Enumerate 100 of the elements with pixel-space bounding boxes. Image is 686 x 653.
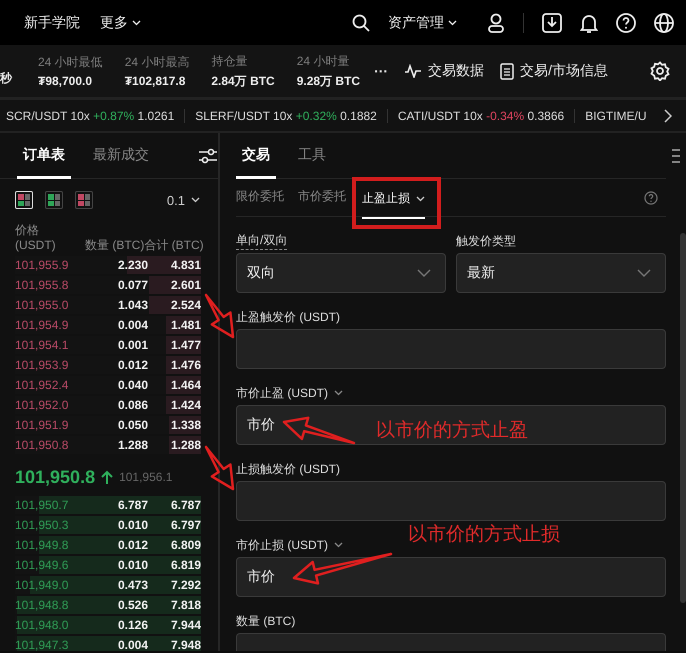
tab[interactable]: 最新成交: [87, 133, 155, 178]
amount-cell-text: 0.473: [116, 578, 148, 592]
ticker-item[interactable]: SCR/USDT 10x +0.87% 1.0261: [6, 108, 186, 122]
ticker-item[interactable]: CATI/USDT 10x -0.34% 0.3866: [398, 108, 576, 122]
price-cell-text: 101,949.6: [15, 558, 70, 572]
price-cell-text: 101,954.1: [15, 338, 70, 352]
amount-cell-text: 0.012: [116, 358, 148, 372]
price-cell-text: 101,949.0: [15, 578, 70, 592]
field-label: 触发价类型: [456, 232, 516, 250]
total-cell-text: 1.464: [170, 378, 201, 392]
total-cell-text: 6.797: [170, 518, 201, 532]
total-cell-text: 1.288: [170, 438, 201, 452]
last-price: 101,950.8: [15, 466, 96, 488]
total-cell-text: 1.481: [170, 318, 201, 332]
bell-icon[interactable]: [580, 12, 598, 32]
amount-cell-text: 0.004: [116, 638, 148, 651]
amount-cell-text: 0.010: [116, 558, 148, 572]
dropdown-select[interactable]: 双向: [236, 253, 446, 293]
more-button[interactable]: ···: [374, 63, 388, 79]
total-cell-text: 7.292: [170, 578, 201, 592]
column-header: 数量 (BTC): [85, 238, 144, 253]
price-cell-text: 101,948.0: [15, 618, 70, 632]
price-cell-text: 101,949.8: [15, 538, 70, 552]
total-cell-text: 6.809: [170, 538, 201, 552]
nav-link[interactable]: 新手学院: [24, 14, 80, 32]
amount-cell-text: 1.043: [116, 298, 148, 312]
input-field[interactable]: [236, 481, 666, 521]
total-cell-text: 2.524: [170, 298, 201, 312]
mark-price: 101,956.1: [119, 470, 172, 484]
globe-icon[interactable]: [654, 12, 674, 32]
toolbar-link[interactable]: 交易/市场信息: [500, 62, 608, 80]
document-icon: [500, 62, 514, 80]
order-type-tab[interactable]: 止盈止损: [362, 180, 425, 218]
amount-cell-text: 0.077: [116, 278, 148, 292]
total-cell-text: 1.476: [170, 358, 201, 372]
stat-value: ₮98,700.0: [38, 74, 94, 88]
amount-cell-text: 0.004: [116, 318, 148, 332]
order-type-tab[interactable]: 限价委托: [236, 178, 284, 216]
amount-cell-text: 0.526: [116, 598, 148, 612]
caret-icon: [416, 196, 425, 202]
field-label: 止损触发价 (USDT): [236, 460, 340, 478]
price-cell-text: 101,955.9: [15, 258, 70, 272]
total-cell-text: 6.819: [170, 558, 201, 572]
caret-icon: [132, 20, 141, 26]
field-label: 市价止盈 (USDT): [236, 384, 328, 402]
total-cell-text: 2.601: [170, 278, 201, 292]
price-cell-text: 101,947.3: [15, 638, 70, 651]
total-cell-text: 1.477: [170, 338, 201, 352]
tab[interactable]: 工具: [292, 133, 332, 178]
pulse-icon: [404, 64, 422, 78]
input-field[interactable]: 市价: [236, 557, 666, 597]
annotation-text: 以市价的方式止损: [408, 523, 560, 547]
chevron-down-icon: [637, 269, 651, 277]
amount-cell-text: 6.787: [116, 498, 148, 512]
layout-icon[interactable]: [45, 191, 63, 209]
caret-icon: [448, 20, 457, 26]
total-cell-text: 4.831: [170, 258, 201, 272]
stat-value: ₮102,817.8: [124, 74, 186, 88]
chevron-down-icon: [417, 269, 431, 277]
dropdown-select[interactable]: 最新: [456, 253, 666, 293]
stat-label: 24 小时最高: [124, 54, 190, 71]
amount-cell-text: 0.126: [116, 618, 148, 632]
tick-size-select[interactable]: 0.1: [166, 192, 200, 208]
stat-label: 秒: [0, 70, 14, 86]
field-label: 单向/双向: [236, 232, 288, 250]
total-cell-text: 1.424: [170, 398, 201, 412]
price-cell-text: 101,952.4: [15, 378, 70, 392]
amount-cell-text: 2.230: [116, 258, 148, 272]
user-icon[interactable]: [487, 12, 505, 32]
annotation-text: 以市价的方式止盈: [376, 419, 528, 443]
filter-icon[interactable]: [198, 148, 218, 164]
tab[interactable]: 交易: [236, 133, 276, 178]
settings-icon[interactable]: [650, 61, 670, 81]
field-label: 市价止损 (USDT): [236, 536, 328, 554]
price-cell-text: 101,950.8: [15, 438, 70, 452]
price-cell-text: 101,950.3: [15, 518, 70, 532]
stat-value: 9.28万 BTC: [296, 72, 360, 90]
menu-icon[interactable]: [672, 148, 680, 164]
field-label: 止盈触发价 (USDT): [236, 308, 340, 326]
download-icon[interactable]: [542, 12, 562, 32]
amount-cell-text: 0.001: [116, 338, 148, 352]
amount-cell-text: 0.010: [116, 518, 148, 532]
price-cell-text: 101,952.0: [15, 398, 70, 412]
total-cell-text: 7.944: [170, 618, 201, 632]
price-cell-text: 101,955.0: [15, 298, 70, 312]
stat-value: 2.84万 BTC: [211, 72, 275, 90]
asset-menu[interactable]: 资产管理: [388, 14, 457, 32]
ticker-item[interactable]: BIGTIME/U: [585, 108, 649, 122]
tab[interactable]: 订单表: [17, 133, 71, 178]
nav-link[interactable]: 更多: [100, 14, 141, 32]
input-field[interactable]: [236, 329, 666, 369]
column-header: 价格 (USDT): [15, 223, 57, 253]
chevron-right-icon[interactable]: [664, 108, 672, 122]
amount-cell-text: 0.086: [116, 398, 148, 412]
price-cell-text: 101,948.8: [15, 598, 70, 612]
amount-cell-text: 0.050: [116, 418, 148, 432]
order-type-tab[interactable]: 市价委托: [298, 178, 346, 216]
search-icon[interactable]: [352, 14, 370, 32]
ticker-item[interactable]: SLERF/USDT 10x +0.32% 0.1882: [195, 108, 388, 122]
toolbar-link[interactable]: 交易数据: [404, 62, 484, 80]
